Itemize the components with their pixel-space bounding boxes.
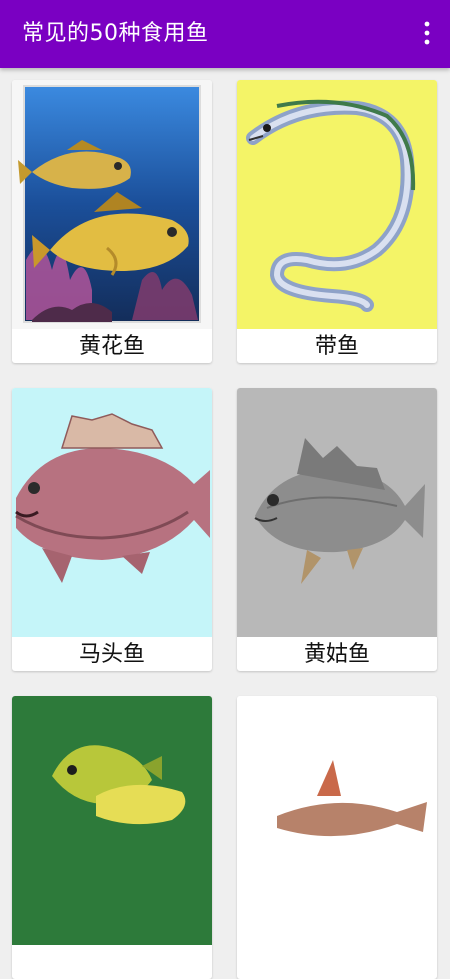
fish-image [12,80,212,329]
fish-card[interactable] [237,696,437,979]
fish-card[interactable]: 黄花鱼 [12,80,212,363]
fish-name [237,946,437,979]
fish-image [237,388,437,637]
fish-name: 带鱼 [314,334,359,359]
fish-image [237,696,437,945]
fish-image [12,696,212,945]
page-title: 常见的50种食用鱼 [22,21,209,46]
fish-name: 马头鱼 [78,642,145,667]
fish-card[interactable]: 黄姑鱼 [237,388,437,671]
fish-card[interactable]: 马头鱼 [12,388,212,671]
app-bar: 常见的50种食用鱼 [0,0,450,68]
fish-image [12,388,212,637]
fish-name: 黄姑鱼 [303,642,370,667]
fish-card[interactable] [12,696,212,979]
fish-card[interactable]: 带鱼 [237,80,437,363]
fish-name [12,946,212,979]
fish-grid: 黄花鱼 带鱼 马头鱼 黄姑鱼 [0,68,450,979]
fish-name: 黄花鱼 [78,334,145,359]
more-vertical-icon[interactable] [420,20,434,46]
fish-image [237,80,437,329]
